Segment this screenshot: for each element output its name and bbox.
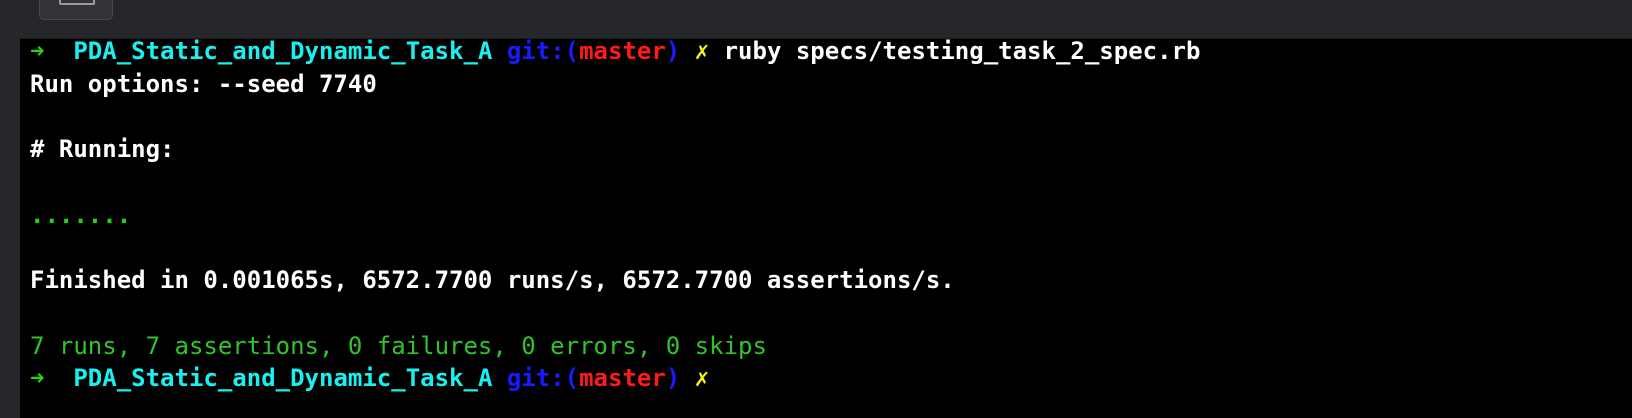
prompt-line-2: ➜ PDA_Static_and_Dynamic_Task_A git:(mas… — [30, 361, 709, 395]
git-branch: master — [579, 364, 666, 392]
prompt-arrow-icon: ➜ — [30, 37, 45, 65]
git-label-close: ) — [665, 364, 681, 392]
git-label-close: ) — [665, 37, 681, 65]
terminal-window: ➜ PDA_Static_and_Dynamic_Task_A git:(mas… — [0, 0, 1632, 418]
prompt-line-1: ➜ PDA_Static_and_Dynamic_Task_A git:(mas… — [30, 34, 1200, 68]
git-label: git:( — [506, 364, 580, 392]
terminal-output[interactable]: ➜ PDA_Static_and_Dynamic_Task_A git:(mas… — [20, 37, 1632, 418]
tab-overview-button[interactable] — [39, 0, 113, 20]
finished-line: Finished in 0.001065s, 6572.7700 runs/s,… — [30, 266, 955, 294]
prompt-directory: PDA_Static_and_Dynamic_Task_A — [73, 364, 493, 392]
tab-overview-icon — [59, 0, 95, 5]
command-text: ruby specs/testing_task_2_spec.rb — [723, 37, 1201, 65]
git-dirty-icon: ✗ — [694, 364, 710, 392]
prompt-arrow-icon: ➜ — [30, 364, 45, 392]
summary-line: 7 runs, 7 assertions, 0 failures, 0 erro… — [30, 332, 767, 360]
run-options-line: Run options: --seed 7740 — [30, 70, 377, 98]
prompt-directory: PDA_Static_and_Dynamic_Task_A — [73, 37, 493, 65]
git-branch: master — [579, 37, 666, 65]
git-label: git:( — [506, 37, 580, 65]
git-dirty-icon: ✗ — [694, 37, 710, 65]
progress-dots-line: ....... — [30, 201, 132, 229]
running-header-line: # Running: — [30, 135, 175, 163]
window-left-gutter — [0, 38, 20, 418]
